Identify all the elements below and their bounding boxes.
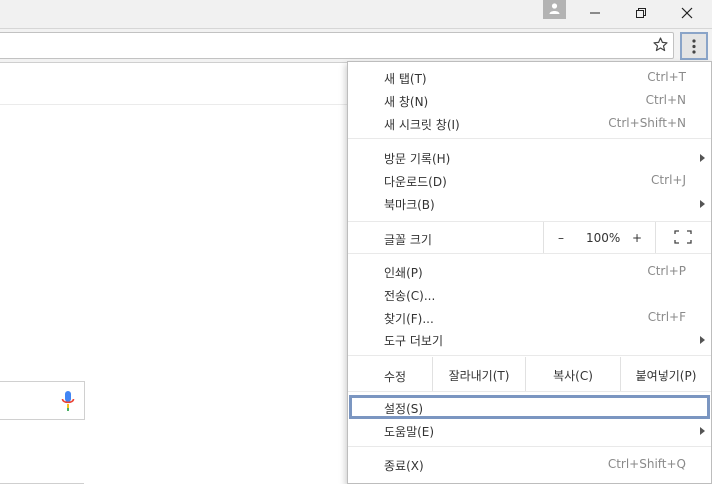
zoom-row: 글꼴 크기 – 100% + — [348, 222, 711, 253]
zoom-label: 글꼴 크기 — [384, 233, 432, 247]
fullscreen-icon[interactable] — [674, 230, 692, 244]
browser-menu: 새 탭(T) Ctrl+T 새 창(N) Ctrl+N 새 시크릿 창(I) C… — [347, 61, 712, 484]
menu-item-shortcut: Ctrl+T — [647, 70, 686, 84]
menu-separator — [348, 391, 711, 392]
menu-item-shortcut: Ctrl+Shift+N — [608, 116, 686, 130]
menu-item-more-tools[interactable]: 도구 더보기 — [348, 328, 711, 351]
browser-menu-button[interactable] — [680, 32, 708, 60]
menu-item-shortcut: Ctrl+N — [645, 93, 686, 107]
menu-item-shortcut: Ctrl+J — [651, 173, 686, 187]
copy-button[interactable]: 복사(C) — [525, 357, 620, 391]
submenu-arrow-icon — [700, 427, 705, 435]
menu-item-label: 방문 기록(H) — [384, 152, 451, 166]
copy-button-label: 복사(C) — [553, 369, 593, 383]
menu-separator — [348, 253, 711, 254]
zoom-in-button[interactable]: + — [632, 231, 642, 245]
menu-item-shortcut: Ctrl+P — [647, 264, 686, 278]
menu-item-label: 새 시크릿 창(I) — [384, 118, 460, 132]
menu-item-shortcut: Ctrl+F — [647, 310, 686, 324]
menu-item-label: 찾기(F)... — [384, 312, 434, 326]
more-vert-icon — [692, 39, 696, 54]
cut-button[interactable]: 잘라내기(T) — [432, 357, 525, 391]
menu-item-print[interactable]: 인쇄(P) Ctrl+P — [348, 260, 711, 283]
submenu-arrow-icon — [700, 200, 705, 208]
submenu-arrow-icon — [700, 336, 705, 344]
page-divider — [0, 104, 348, 105]
menu-item-bookmarks[interactable]: 북마크(B) — [348, 192, 711, 215]
menu-item-find[interactable]: 찾기(F)... Ctrl+F — [348, 306, 711, 329]
toolbar — [0, 29, 712, 63]
menu-item-new-incognito[interactable]: 새 시크릿 창(I) Ctrl+Shift+N — [348, 112, 711, 135]
submenu-arrow-icon — [700, 154, 705, 162]
search-input[interactable] — [0, 381, 85, 420]
address-bar[interactable] — [0, 32, 674, 59]
edit-label: 수정 — [384, 370, 407, 384]
restore-button[interactable] — [619, 0, 664, 26]
zoom-controls: – 100% + — [543, 222, 656, 253]
menu-item-label: 인쇄(P) — [384, 266, 423, 280]
menu-item-exit[interactable]: 종료(X) Ctrl+Shift+Q — [348, 453, 711, 476]
minimize-button[interactable] — [573, 0, 618, 26]
menu-item-label: 설정(S) — [384, 402, 424, 416]
cut-button-label: 잘라내기(T) — [448, 369, 510, 383]
menu-item-label: 다운로드(D) — [384, 175, 447, 189]
menu-item-downloads[interactable]: 다운로드(D) Ctrl+J — [348, 169, 711, 192]
menu-separator — [348, 355, 711, 356]
menu-item-new-window[interactable]: 새 창(N) Ctrl+N — [348, 89, 711, 112]
title-bar — [0, 0, 712, 29]
bookmark-star-icon[interactable] — [653, 37, 668, 52]
close-button[interactable] — [665, 0, 710, 26]
menu-item-label: 새 탭(T) — [384, 72, 427, 86]
menu-separator — [348, 138, 711, 139]
restore-icon — [636, 8, 646, 18]
menu-item-label: 종료(X) — [384, 459, 424, 473]
menu-separator — [348, 446, 711, 447]
microphone-icon[interactable] — [61, 390, 75, 412]
menu-item-label: 북마크(B) — [384, 198, 435, 212]
person-icon — [549, 3, 560, 14]
minimize-icon — [590, 12, 600, 14]
menu-item-label: 전송(C)... — [384, 289, 436, 303]
menu-item-new-tab[interactable]: 새 탭(T) Ctrl+T — [348, 66, 711, 89]
zoom-level: 100% — [586, 231, 621, 245]
menu-item-help[interactable]: 도움말(E) — [348, 419, 711, 442]
menu-item-history[interactable]: 방문 기록(H) — [348, 146, 711, 169]
paste-button[interactable]: 붙여넣기(P) — [620, 357, 711, 391]
menu-item-settings[interactable]: 설정(S) — [349, 395, 710, 419]
zoom-out-button[interactable]: – — [558, 231, 564, 245]
paste-button-label: 붙여넣기(P) — [635, 369, 697, 383]
menu-item-label: 도구 더보기 — [384, 334, 444, 348]
menu-item-cast[interactable]: 전송(C)... — [348, 283, 711, 306]
menu-item-label: 도움말(E) — [384, 425, 435, 439]
edit-row: 수정 잘라내기(T) 복사(C) 붙여넣기(P) — [348, 357, 711, 391]
menu-item-label: 새 창(N) — [384, 95, 429, 109]
close-icon — [681, 7, 693, 19]
menu-item-shortcut: Ctrl+Shift+Q — [607, 457, 686, 471]
profile-button[interactable] — [543, 0, 566, 19]
